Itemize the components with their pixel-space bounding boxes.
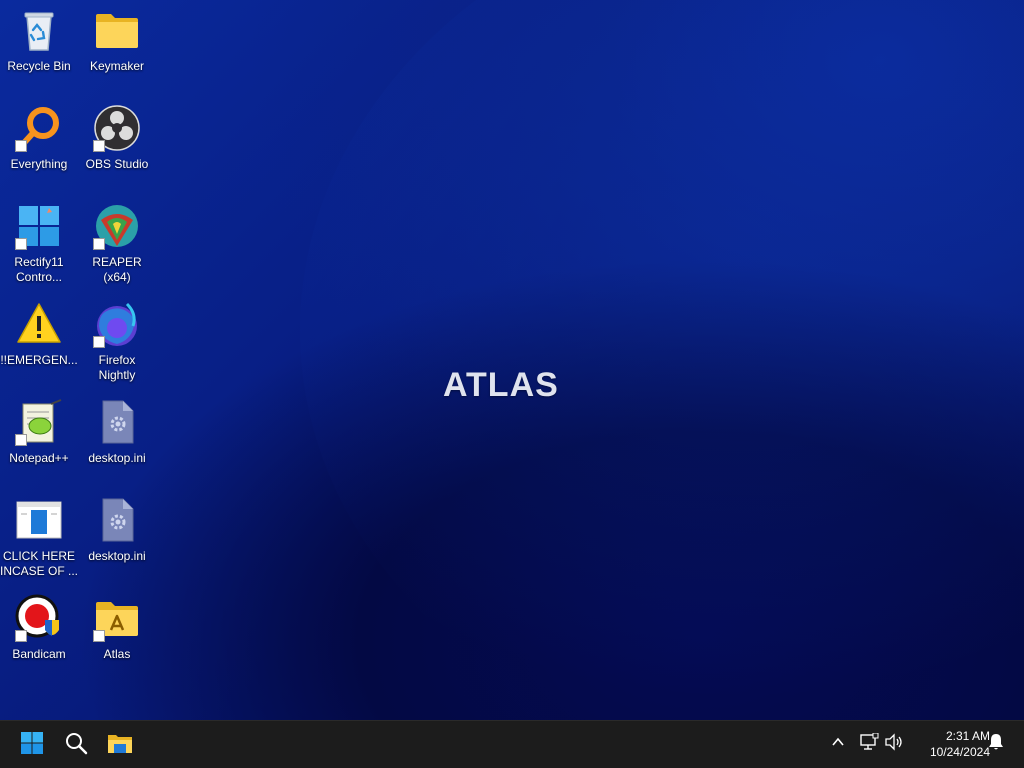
tray-overflow-button[interactable] <box>827 733 849 755</box>
desktop-icon-label: Bandicam <box>12 647 66 661</box>
bell-icon <box>988 733 1004 756</box>
network-icon <box>859 732 879 756</box>
clock-date: 10/24/2024 <box>929 745 990 759</box>
desktop-icon-desktop-ini-1[interactable]: desktop.ini <box>79 394 155 484</box>
atlas-folder-icon <box>93 594 141 642</box>
everything-search-icon <box>15 104 63 152</box>
search-icon <box>64 731 88 760</box>
network-button[interactable] <box>858 732 880 756</box>
desktop-icon-label: Firefox Nightly <box>98 353 136 382</box>
desktop-icon-click-here[interactable]: CLICK HERE INCASE OF ... <box>0 492 79 582</box>
desktop-icon-label: !!EMERGEN... <box>0 353 78 367</box>
desktop-icon-label: Atlas <box>103 647 131 661</box>
search-button[interactable] <box>58 727 94 763</box>
shortcut-arrow-icon <box>93 238 105 250</box>
rectify11-control-panel-icon <box>15 202 63 250</box>
shortcut-arrow-icon <box>93 630 105 642</box>
recycle-bin-icon <box>15 6 63 54</box>
desktop-icon-label: OBS Studio <box>85 157 149 171</box>
notification-button[interactable] <box>985 733 1007 755</box>
desktop-icon-label: REAPER (x64) <box>92 255 142 284</box>
shortcut-arrow-icon <box>93 336 105 348</box>
desktop-icon-desktop-ini-2[interactable]: desktop.ini <box>79 492 155 582</box>
notepad-plus-plus-icon <box>15 398 63 446</box>
reaper-icon <box>93 202 141 250</box>
windows-start-icon <box>20 731 44 760</box>
desktop-icon-label: Notepad++ <box>9 451 69 465</box>
shortcut-arrow-icon <box>15 238 27 250</box>
bandicam-icon <box>15 594 63 642</box>
start-button[interactable] <box>14 727 50 763</box>
desktop-icon-label: CLICK HERE INCASE OF ... <box>0 549 79 578</box>
warning-icon <box>15 300 63 348</box>
window-app-icon <box>15 496 63 544</box>
taskbar: 2:31 AM 10/24/2024 <box>0 720 1024 768</box>
desktop-icon-firefox-nightly[interactable]: Firefox Nightly <box>79 296 155 386</box>
desktop-icon-label: Rectify11 Contro... <box>14 255 64 284</box>
settings-file-icon <box>93 398 141 446</box>
shortcut-arrow-icon <box>15 140 27 152</box>
desktop-icon-label: desktop.ini <box>88 451 146 465</box>
wallpaper-logo: ATLAS <box>443 366 559 404</box>
file-explorer-icon <box>107 731 133 760</box>
desktop-icon-emergency[interactable]: !!EMERGEN... <box>0 296 78 386</box>
desktop-icon-reaper[interactable]: REAPER (x64) <box>79 198 155 288</box>
shortcut-arrow-icon <box>15 434 27 446</box>
desktop-icon-label: Everything <box>10 157 68 171</box>
desktop-icon-notepad-plus-plus[interactable]: Notepad++ <box>1 394 77 484</box>
desktop-icon-atlas[interactable]: Atlas <box>79 590 155 680</box>
desktop-icon-keymaker[interactable]: Keymaker <box>79 2 155 92</box>
desktop-icon-rectify11[interactable]: Rectify11 Contro... <box>1 198 77 288</box>
desktop-icon-bandicam[interactable]: Bandicam <box>1 590 77 680</box>
folder-icon <box>93 6 141 54</box>
clock-time: 2:31 AM <box>945 729 990 743</box>
desktop[interactable]: Recycle Bin Everything Rectify11 Contro.… <box>0 0 1024 720</box>
desktop-icon-label: Keymaker <box>89 59 145 73</box>
firefox-nightly-icon <box>93 300 141 348</box>
file-explorer-button[interactable] <box>102 727 138 763</box>
desktop-icon-everything[interactable]: Everything <box>1 100 77 190</box>
wallpaper-wave <box>300 0 1024 720</box>
system-clock[interactable]: 2:31 AM 10/24/2024 <box>910 728 990 760</box>
chevron-up-icon <box>831 735 845 754</box>
desktop-icon-recycle-bin[interactable]: Recycle Bin <box>1 2 77 92</box>
desktop-icon-label: desktop.ini <box>88 549 146 563</box>
volume-button[interactable] <box>883 732 905 756</box>
obs-studio-icon <box>93 104 141 152</box>
settings-file-icon <box>93 496 141 544</box>
shortcut-arrow-icon <box>15 630 27 642</box>
desktop-icon-label: Recycle Bin <box>7 59 71 73</box>
desktop-icon-obs-studio[interactable]: OBS Studio <box>79 100 155 190</box>
shortcut-arrow-icon <box>93 140 105 152</box>
volume-icon <box>884 732 904 756</box>
